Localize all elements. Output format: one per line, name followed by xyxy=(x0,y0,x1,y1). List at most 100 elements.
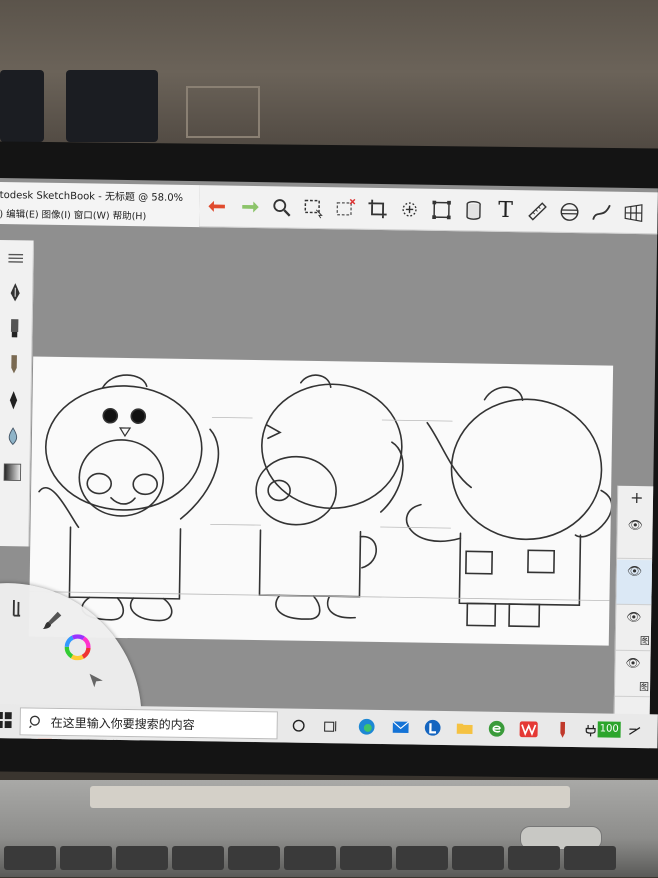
edge-icon xyxy=(358,718,376,736)
mail-icon xyxy=(392,718,410,736)
select-icon xyxy=(302,196,324,218)
brush-ink[interactable] xyxy=(2,388,24,412)
mail-button[interactable] xyxy=(390,716,412,738)
ruler-button[interactable] xyxy=(525,199,549,223)
menu-lines-icon xyxy=(6,248,26,268)
symmetry-button[interactable] xyxy=(557,199,581,223)
speaker-right xyxy=(66,70,158,142)
keyboard-key xyxy=(340,846,392,870)
lasso-icon xyxy=(398,198,420,220)
cortana-circle-icon xyxy=(292,719,306,733)
curve-icon xyxy=(590,201,612,223)
brush-pencil[interactable] xyxy=(3,352,25,376)
keyboard-key xyxy=(228,846,280,870)
brush-gradient[interactable] xyxy=(1,460,23,484)
layer-row[interactable]: 👁 图 xyxy=(615,652,656,698)
green-e-icon xyxy=(488,720,506,738)
eye-icon[interactable]: 👁 xyxy=(628,518,643,532)
windows-logo-icon xyxy=(0,712,12,728)
task-switch-button[interactable] xyxy=(320,715,342,737)
brush-pen[interactable] xyxy=(4,280,26,304)
palette-menu-button[interactable] xyxy=(5,246,27,270)
title-bar: todesk SketchBook - 无标题 @ 58.0% ) 编辑(E) … xyxy=(0,182,200,227)
eye-icon[interactable]: 👁 xyxy=(626,610,641,624)
search-icon xyxy=(29,714,43,728)
transform-button[interactable] xyxy=(429,197,453,221)
back-view-figure xyxy=(405,386,613,628)
perspective-button[interactable] xyxy=(621,200,645,224)
layer-row[interactable]: 👁 xyxy=(616,560,657,606)
function-key-row xyxy=(0,846,658,878)
marker-icon xyxy=(4,317,24,339)
undo-button[interactable] xyxy=(205,194,229,218)
taskbar-search-box[interactable]: 在这里输入你要搜索的内容 xyxy=(20,707,278,739)
file-explorer-button[interactable] xyxy=(454,717,476,739)
wps-button[interactable] xyxy=(517,718,539,740)
color-wheel-button[interactable] xyxy=(60,630,95,665)
speaker-left xyxy=(0,70,44,142)
text-button[interactable]: T xyxy=(493,198,517,222)
add-layer-button[interactable]: + xyxy=(630,488,644,507)
pencil-icon xyxy=(4,353,24,375)
tray-hide-button[interactable] xyxy=(623,720,645,742)
app-blue-button[interactable] xyxy=(422,717,444,739)
zoom-button[interactable] xyxy=(269,195,293,219)
symmetry-icon xyxy=(558,200,580,222)
brush-library-button[interactable] xyxy=(5,593,35,623)
keyboard-key xyxy=(172,846,224,870)
perspective-icon xyxy=(622,201,644,223)
browser-green-button[interactable] xyxy=(486,718,508,740)
sketchbook-taskbar-button[interactable] xyxy=(551,719,573,741)
tray-icon xyxy=(628,724,642,738)
select-button[interactable] xyxy=(301,195,325,219)
sketchbook-pencil-icon xyxy=(554,721,572,739)
cylinder-button[interactable] xyxy=(461,198,485,222)
eye-icon[interactable]: 👁 xyxy=(625,656,640,670)
task-view-button[interactable] xyxy=(288,715,310,737)
eye-icon[interactable]: 👁 xyxy=(627,564,642,578)
keyboard-key xyxy=(396,846,448,870)
crop-button[interactable] xyxy=(365,196,389,220)
laptop-keyboard xyxy=(0,780,658,877)
brush-set-icon xyxy=(9,597,31,619)
layer-row[interactable]: 👁 xyxy=(617,514,658,560)
wall-outlet xyxy=(186,86,260,138)
keyboard-key xyxy=(284,846,336,870)
drawing-canvas[interactable] xyxy=(29,357,613,646)
select-arrow-button[interactable] xyxy=(82,666,110,694)
keyboard-key xyxy=(60,846,112,870)
side-view-figure xyxy=(254,374,404,620)
ink-pen-icon xyxy=(3,389,23,411)
gradient-icon xyxy=(2,462,22,482)
lasso-button[interactable] xyxy=(397,197,421,221)
layer-row[interactable]: 👁 图 xyxy=(616,606,657,652)
folder-icon xyxy=(456,719,474,737)
keyboard-key xyxy=(508,846,560,870)
start-button[interactable] xyxy=(0,712,12,728)
cylinder-icon xyxy=(462,199,484,221)
main-toolbar: T xyxy=(199,185,658,234)
brush-water[interactable] xyxy=(2,424,24,448)
redo-button[interactable] xyxy=(237,194,261,218)
search-placeholder: 在这里输入你要搜索的内容 xyxy=(51,713,195,732)
battery-indicator[interactable]: 100 xyxy=(598,721,621,737)
brush-marker[interactable] xyxy=(3,316,25,340)
ruler-icon xyxy=(526,200,548,222)
curve-button[interactable] xyxy=(589,200,613,224)
crop-select-button[interactable] xyxy=(333,196,357,220)
paintbrush-icon xyxy=(41,610,63,632)
background-wall xyxy=(0,0,658,160)
edge-browser-button[interactable] xyxy=(356,716,378,738)
layer-name: 图 xyxy=(640,632,650,647)
keyboard-key xyxy=(4,846,56,870)
app-circle-icon xyxy=(424,719,442,737)
wps-icon xyxy=(519,720,539,738)
pen-nib-icon xyxy=(5,281,25,303)
keyboard-key xyxy=(452,846,504,870)
front-view-figure xyxy=(37,374,220,622)
keyboard-key xyxy=(116,846,168,870)
cursor-arrow-icon xyxy=(86,670,106,690)
menu-bar[interactable]: ) 编辑(E) 图像(I) 窗口(W) 帮助(H) xyxy=(0,206,146,222)
crop-icon xyxy=(366,197,388,219)
zoom-icon xyxy=(270,196,292,218)
